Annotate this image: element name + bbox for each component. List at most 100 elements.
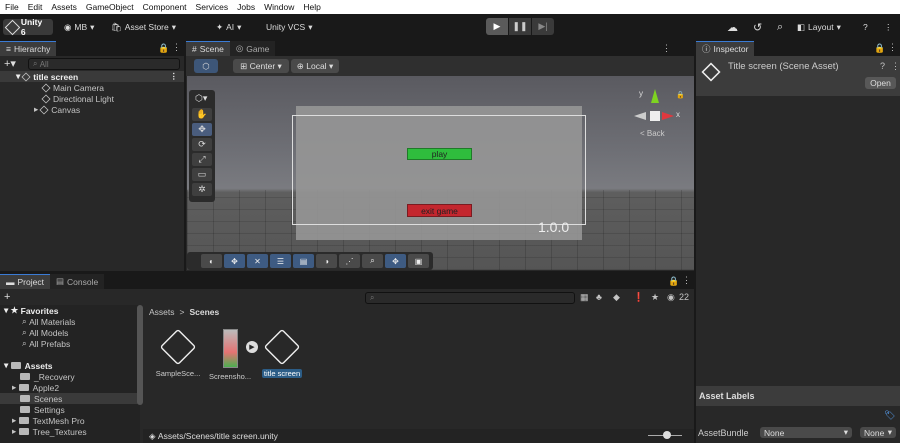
tools-cube-icon[interactable]: ⬡▾	[195, 93, 207, 104]
more-icon[interactable]: ⋮	[662, 43, 671, 54]
more-icon[interactable]: ⋮	[172, 42, 181, 53]
tab-hierarchy[interactable]: ≡ Hierarchy	[0, 41, 57, 56]
hierarchy-item[interactable]: ▸ Canvas	[34, 104, 80, 115]
label-filter-icon[interactable]: ◆	[613, 292, 620, 303]
lock-icon[interactable]: 🔒	[668, 276, 679, 287]
favorites-item[interactable]: ⌕ All Models	[0, 327, 140, 338]
play-button[interactable]: ▶	[486, 18, 508, 35]
2d-toggle-icon[interactable]: ✥	[224, 254, 245, 268]
gizmo-center[interactable]	[650, 111, 660, 121]
axis-x-cone[interactable]	[662, 112, 674, 120]
tag-icon[interactable]: 🏷	[884, 410, 895, 421]
tool-mode-button[interactable]: ⬡	[194, 59, 218, 73]
hierarchy-item[interactable]: Main Camera	[41, 82, 104, 93]
menu-help[interactable]: Help	[298, 2, 324, 12]
tab-scene[interactable]: # Scene	[186, 41, 230, 56]
search-by-type-icon[interactable]: ▦	[580, 292, 589, 303]
cloud-icon[interactable]: ☁	[727, 19, 738, 35]
transform-tool-icon[interactable]: ✲	[192, 183, 212, 196]
folder-row[interactable]: _Recovery	[0, 371, 140, 382]
more-icon[interactable]: ⋮	[888, 42, 897, 53]
hidden-objects-icon[interactable]: ◑	[316, 254, 337, 268]
asset-store-button[interactable]: 🛍 Asset Store ▾	[111, 19, 176, 35]
layout-dropdown[interactable]: ◧ Layout ▾	[797, 19, 841, 35]
expand-play-icon[interactable]: ▶	[246, 341, 258, 353]
menu-gameobject[interactable]: GameObject	[81, 2, 138, 12]
folder-row[interactable]: Settings	[0, 404, 140, 415]
more-icon[interactable]: ⋮	[884, 19, 893, 35]
gizmo-lock-icon[interactable]: 🔒	[676, 91, 685, 99]
star-icon[interactable]: ★	[651, 292, 659, 303]
menu-window[interactable]: Window	[259, 2, 298, 12]
scene-root-row[interactable]: ▾ title screen ⋮	[0, 71, 184, 82]
menu-edit[interactable]: Edit	[23, 2, 47, 12]
draw-mode-icon[interactable]: ◐	[201, 254, 222, 268]
help-icon[interactable]: ?	[880, 61, 885, 71]
tree-scrollbar[interactable]	[137, 305, 143, 405]
scale-tool-icon[interactable]: ⤢	[192, 153, 212, 166]
lock-icon[interactable]: 🔒	[874, 43, 885, 54]
search-icon[interactable]: ⌕	[777, 19, 783, 35]
effects-toggle-icon[interactable]: ▤	[293, 254, 314, 268]
tab-inspector[interactable]: ⓘ Inspector	[696, 41, 755, 56]
asset-labels-header[interactable]: Asset Labels	[696, 386, 900, 406]
move-tool-icon[interactable]: ✥	[192, 123, 212, 136]
favorites-item[interactable]: ⌕ All Prefabs	[0, 338, 140, 349]
open-button[interactable]: Open	[865, 77, 896, 89]
axis-neg-x-cone[interactable]	[634, 112, 646, 120]
lock-icon[interactable]: 🔒	[158, 43, 169, 54]
favorites-item[interactable]: ⌕ All Materials	[0, 316, 140, 327]
more-icon[interactable]: ⋮	[891, 61, 900, 72]
gizmos-icon[interactable]: ✥	[385, 254, 406, 268]
breadcrumb-assets[interactable]: Assets	[149, 307, 175, 317]
asset-item[interactable]: Screensho...	[206, 329, 254, 381]
create-button[interactable]: +	[4, 291, 10, 303]
menu-assets[interactable]: Assets	[46, 2, 81, 12]
filter-icon[interactable]: ♣	[596, 292, 602, 302]
zoom-slider-handle[interactable]	[663, 431, 671, 439]
audio-toggle-icon[interactable]: ☰	[270, 254, 291, 268]
axis-y-cone[interactable]	[651, 89, 659, 103]
project-search-input[interactable]: ⌕	[365, 292, 575, 304]
tab-game[interactable]: ◎ Game	[229, 41, 276, 56]
play-game-button[interactable]: play	[407, 148, 472, 160]
menu-jobs[interactable]: Jobs	[232, 2, 259, 12]
pause-button[interactable]: ❚❚	[509, 18, 531, 35]
camera-settings-icon[interactable]: ▣	[408, 254, 429, 268]
folder-row[interactable]: ▸ Tree_Textures	[0, 426, 140, 437]
history-icon[interactable]: ↺	[753, 19, 762, 35]
exit-game-button[interactable]: exit game	[407, 204, 472, 217]
breadcrumb-scenes[interactable]: Scenes	[189, 307, 219, 317]
add-button[interactable]: +▾	[4, 57, 16, 70]
asset-variant-dropdown[interactable]: None ▾	[860, 427, 896, 438]
ai-button[interactable]: ✦ AI ▾	[216, 19, 241, 35]
search-scene-icon[interactable]: ⌕	[362, 254, 383, 268]
warning-icon[interactable]: ❗	[633, 292, 644, 303]
vcs-button[interactable]: Unity VCS ▾	[266, 19, 313, 35]
lighting-toggle-icon[interactable]: ✕	[247, 254, 268, 268]
hierarchy-search-input[interactable]: ⌕ All	[28, 58, 180, 70]
menu-file[interactable]: File	[0, 2, 23, 12]
step-button[interactable]: ▶|	[532, 18, 554, 35]
asset-item[interactable]: SampleSce...	[154, 328, 202, 378]
menu-component[interactable]: Component	[138, 2, 191, 12]
asset-item-selected[interactable]: title screen	[258, 328, 306, 378]
rotate-tool-icon[interactable]: ⟳	[192, 138, 212, 151]
favorites-row[interactable]: ▾ ★ Favorites	[0, 305, 140, 316]
menu-services[interactable]: Services	[191, 2, 233, 12]
rect-tool-icon[interactable]: ▭	[192, 168, 212, 181]
folder-row[interactable]: ▸ TextMesh Pro	[0, 415, 140, 426]
assets-root-row[interactable]: ▾ Assets	[0, 360, 140, 371]
tab-project[interactable]: ▬ Project	[0, 274, 50, 289]
grid-toggle-icon[interactable]: ⋰	[339, 254, 360, 268]
more-icon[interactable]: ⋮	[170, 71, 179, 82]
more-icon[interactable]: ⋮	[682, 275, 691, 286]
pivot-dropdown[interactable]: ⊞ Center ▾	[233, 59, 289, 73]
hand-tool-icon[interactable]: ✋	[192, 108, 212, 121]
help-icon[interactable]: ?	[863, 19, 868, 35]
asset-bundle-dropdown[interactable]: None ▾	[760, 427, 852, 438]
tab-console[interactable]: ▤ Console	[49, 274, 105, 289]
folder-row-selected[interactable]: Scenes	[0, 393, 140, 404]
folder-row[interactable]: ▸ Apple2	[0, 382, 140, 393]
hierarchy-item[interactable]: Directional Light	[41, 93, 114, 104]
